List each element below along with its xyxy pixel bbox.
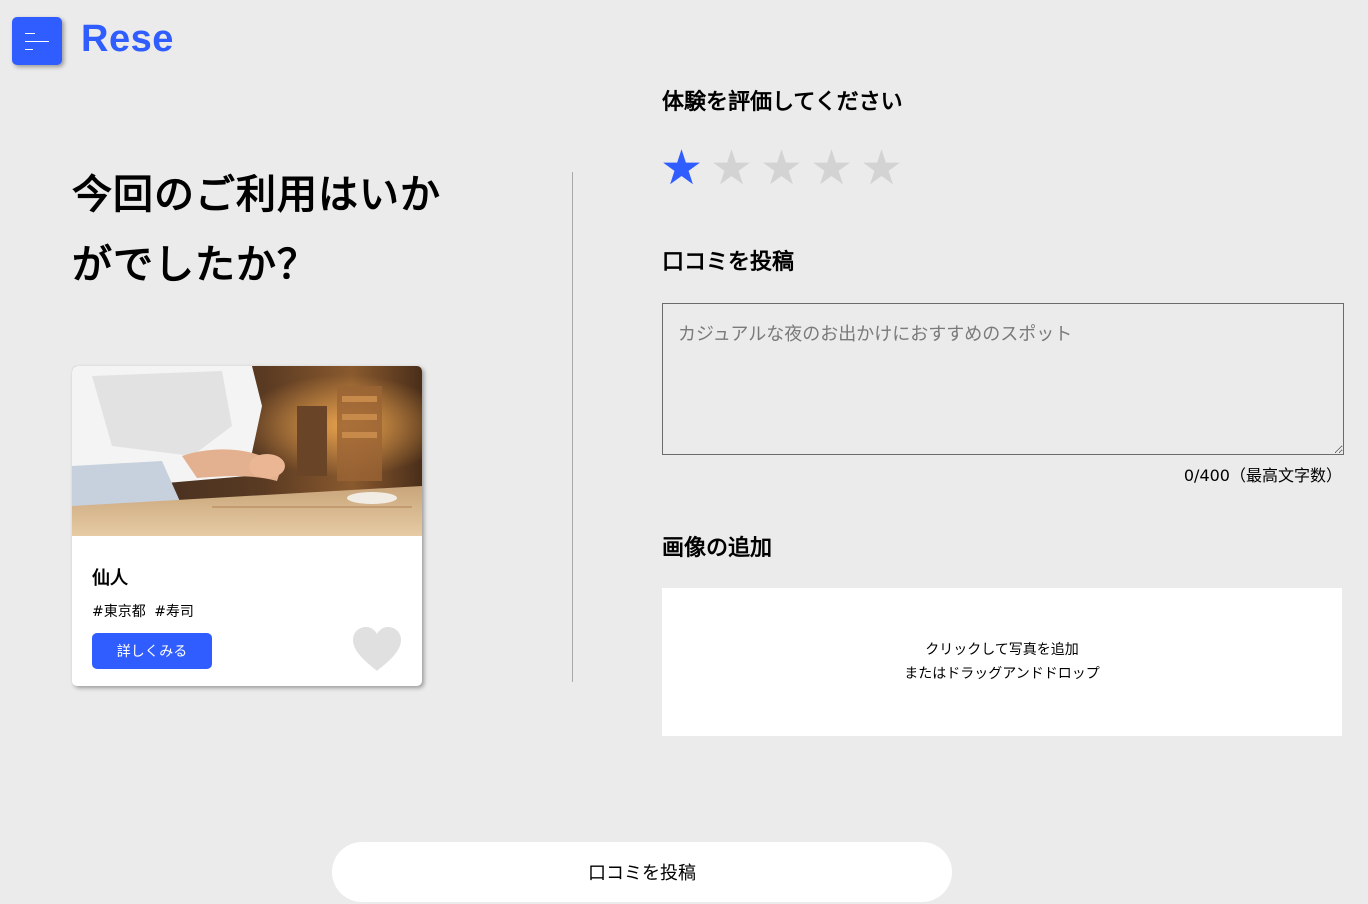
shop-tags: #東京都 #寿司 [92, 601, 198, 621]
char-count: 0/400（最高文字数） [1183, 466, 1342, 485]
star-icon-4[interactable]: ★ [810, 140, 853, 196]
upload-instruction-line1: クリックして写真を追加 [925, 642, 1079, 658]
shop-name: 仙人 [92, 568, 128, 589]
upload-instruction-line2: またはドラッグアンドドロップ [904, 666, 1100, 682]
star-icon-2[interactable]: ★ [710, 140, 753, 196]
star-icon-1[interactable]: ★ [660, 140, 703, 196]
review-title: 口コミを投稿 [662, 250, 795, 275]
rating-title: 体験を評価してください [662, 90, 903, 115]
star-icon-5[interactable]: ★ [860, 140, 903, 196]
menu-button[interactable] [12, 17, 62, 65]
menu-icon-bar-middle [25, 41, 49, 42]
image-upload-title: 画像の追加 [662, 536, 773, 561]
shop-image [72, 366, 422, 536]
menu-icon-bar-top [25, 33, 35, 34]
page-heading: 今回のご利用はいかがでしたか？ [72, 172, 441, 288]
tag-genre: #寿司 [154, 604, 194, 620]
tag-area: #東京都 [92, 604, 146, 620]
heart-icon[interactable] [351, 625, 403, 673]
menu-icon-bar-bottom [25, 49, 33, 50]
column-divider [572, 172, 573, 682]
review-textarea[interactable] [662, 303, 1344, 455]
logo[interactable]: Rese [81, 18, 174, 61]
star-icon-3[interactable]: ★ [760, 140, 803, 196]
image-upload-area[interactable]: クリックして写真を追加 またはドラッグアンドドロップ [662, 588, 1342, 736]
detail-button[interactable]: 詳しくみる [92, 633, 212, 669]
submit-review-button[interactable]: 口コミを投稿 [332, 842, 952, 902]
shop-card: 仙人 #東京都 #寿司 詳しくみる [72, 366, 422, 686]
